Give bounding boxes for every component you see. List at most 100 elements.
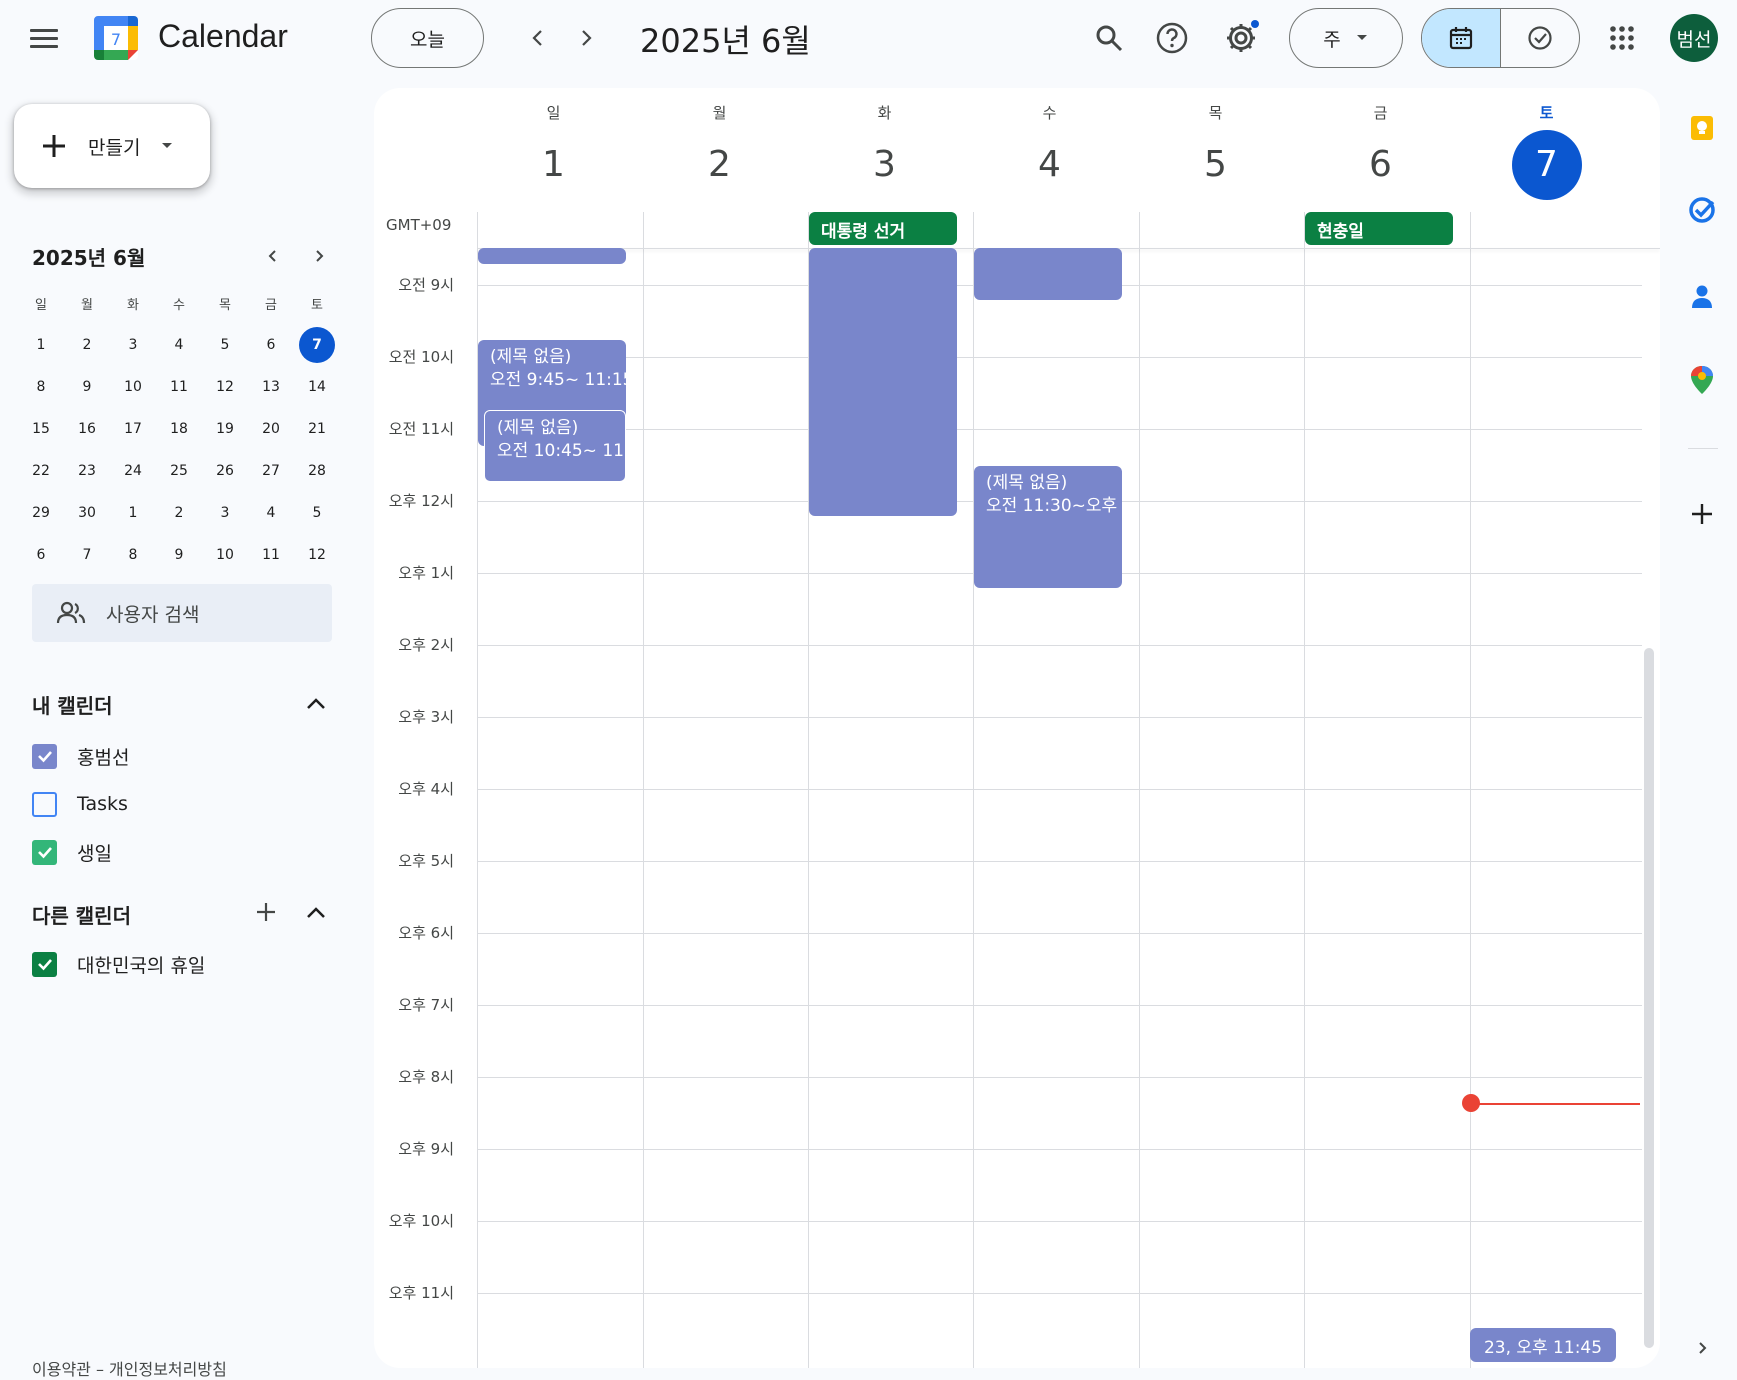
mini-day[interactable]: 11: [248, 547, 294, 563]
settings-button[interactable]: [1217, 14, 1265, 62]
add-addon-button[interactable]: [1684, 496, 1720, 532]
mini-day[interactable]: 14: [294, 379, 340, 395]
mini-day[interactable]: 1: [18, 337, 64, 353]
prev-week-button[interactable]: [520, 20, 556, 56]
day-number[interactable]: 6: [1346, 130, 1416, 200]
help-button[interactable]: [1148, 14, 1196, 62]
mini-day[interactable]: 19: [202, 421, 248, 437]
scrollbar[interactable]: [1644, 648, 1654, 1348]
mini-day[interactable]: 23: [64, 463, 110, 479]
day-number[interactable]: 4: [1015, 130, 1085, 200]
calendar-view-button[interactable]: [1422, 9, 1501, 67]
calendar-list-item[interactable]: 대한민국의 휴일: [32, 948, 205, 980]
mini-day[interactable]: 8: [18, 379, 64, 395]
mini-day[interactable]: 13: [248, 379, 294, 395]
mini-day[interactable]: 28: [294, 463, 340, 479]
holiday-chip[interactable]: 대통령 선거: [809, 212, 957, 245]
tasks-icon[interactable]: [1684, 192, 1720, 228]
holiday-chip[interactable]: 현충일: [1305, 212, 1453, 245]
maps-icon[interactable]: [1684, 362, 1720, 398]
today-button[interactable]: 오늘: [371, 8, 484, 68]
day-number[interactable]: 3: [850, 130, 920, 200]
tasks-view-button[interactable]: [1501, 9, 1579, 67]
day-header[interactable]: 금6: [1298, 88, 1463, 208]
apps-button[interactable]: [1598, 14, 1646, 62]
mini-day[interactable]: 5: [202, 337, 248, 353]
mini-day[interactable]: 3: [110, 337, 156, 353]
event-block[interactable]: [809, 248, 957, 516]
other-calendars-collapse-button[interactable]: [301, 897, 331, 927]
mini-day[interactable]: 15: [18, 421, 64, 437]
mini-day[interactable]: 25: [156, 463, 202, 479]
expand-side-panel-button[interactable]: [1684, 1330, 1720, 1366]
next-week-button[interactable]: [568, 20, 604, 56]
mini-day[interactable]: 17: [110, 421, 156, 437]
calendar-list-item[interactable]: 홍범선: [32, 740, 129, 772]
day-header[interactable]: 토7: [1464, 88, 1629, 208]
mini-day[interactable]: 9: [64, 379, 110, 395]
mini-day[interactable]: 7: [64, 547, 110, 563]
mini-day[interactable]: 16: [64, 421, 110, 437]
checkbox-checked-icon[interactable]: [32, 743, 57, 769]
add-other-calendar-button[interactable]: [251, 897, 281, 927]
mini-day[interactable]: 24: [110, 463, 156, 479]
day-number[interactable]: 1: [519, 130, 589, 200]
mini-day[interactable]: 4: [248, 505, 294, 521]
day-number[interactable]: 5: [1181, 130, 1251, 200]
mini-day[interactable]: 4: [156, 337, 202, 353]
event-block[interactable]: (제목 없음) 오전 10:45~ 11:45: [484, 410, 626, 482]
calendar-list-item[interactable]: Tasks: [32, 788, 128, 820]
contacts-icon[interactable]: [1684, 278, 1720, 314]
day-number[interactable]: 2: [685, 130, 755, 200]
mini-day[interactable]: 9: [156, 547, 202, 563]
mini-day[interactable]: 29: [18, 505, 64, 521]
main-menu-button[interactable]: [24, 24, 64, 56]
day-header[interactable]: 화3: [802, 88, 967, 208]
mini-day[interactable]: 12: [202, 379, 248, 395]
mini-day[interactable]: 2: [64, 337, 110, 353]
mini-day[interactable]: 21: [294, 421, 340, 437]
my-calendars-collapse-button[interactable]: [301, 688, 331, 718]
mini-day[interactable]: 10: [202, 547, 248, 563]
create-button[interactable]: 만들기: [14, 104, 210, 188]
event-peek-chip[interactable]: 23, 오후 11:45: [1470, 1328, 1616, 1362]
day-number[interactable]: 7: [1511, 130, 1582, 200]
mini-prev-month-button[interactable]: [260, 243, 286, 269]
mini-day[interactable]: 30: [64, 505, 110, 521]
mini-day[interactable]: 8: [110, 547, 156, 563]
mini-day[interactable]: 5: [294, 505, 340, 521]
mini-day[interactable]: 7: [294, 327, 340, 363]
mini-day[interactable]: 26: [202, 463, 248, 479]
mini-day[interactable]: 22: [18, 463, 64, 479]
view-selector[interactable]: 주: [1289, 8, 1403, 68]
event-block[interactable]: (제목 없음) 오전 11:30~오후 1: [974, 466, 1122, 588]
day-header[interactable]: 수4: [967, 88, 1132, 208]
event-block[interactable]: [974, 248, 1122, 300]
checkbox-checked-icon[interactable]: [32, 839, 57, 865]
mini-day[interactable]: 6: [18, 547, 64, 563]
mini-next-month-button[interactable]: [306, 243, 332, 269]
checkbox-empty-icon[interactable]: [32, 791, 57, 817]
account-avatar[interactable]: 범선: [1670, 14, 1718, 62]
mini-day[interactable]: 20: [248, 421, 294, 437]
mini-day[interactable]: 6: [248, 337, 294, 353]
mini-day[interactable]: 10: [110, 379, 156, 395]
mini-day[interactable]: 3: [202, 505, 248, 521]
mini-day[interactable]: 11: [156, 379, 202, 395]
keep-icon[interactable]: [1684, 110, 1720, 146]
mini-day[interactable]: 27: [248, 463, 294, 479]
checkbox-checked-icon[interactable]: [32, 951, 57, 977]
search-button[interactable]: [1085, 14, 1133, 62]
mini-day[interactable]: 18: [156, 421, 202, 437]
footer-links[interactable]: 이용약관 – 개인정보처리방침: [32, 1356, 227, 1380]
day-header[interactable]: 일1: [471, 88, 636, 208]
mini-day[interactable]: 12: [294, 547, 340, 563]
calendar-list-item[interactable]: 생일: [32, 836, 112, 868]
calendar-logo-icon[interactable]: 7: [92, 14, 140, 62]
mini-day[interactable]: 2: [156, 505, 202, 521]
day-header[interactable]: 목5: [1133, 88, 1298, 208]
mini-day[interactable]: 1: [110, 505, 156, 521]
event-block[interactable]: [478, 248, 626, 264]
day-header[interactable]: 월2: [637, 88, 802, 208]
people-search[interactable]: 사용자 검색: [32, 584, 332, 642]
